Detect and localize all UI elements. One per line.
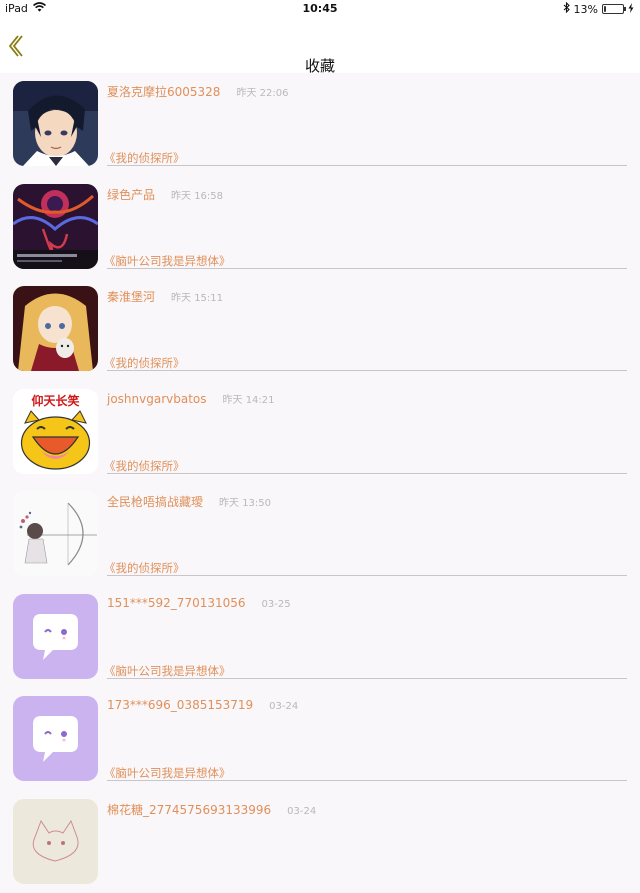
battery-level bbox=[604, 6, 606, 12]
user-name[interactable]: 绿色产品 bbox=[107, 188, 155, 202]
row-header: 全民枪唔搞战藏璦 昨天 13:50 bbox=[107, 493, 271, 510]
row-time: 昨天 14:21 bbox=[223, 395, 275, 406]
battery-icon bbox=[602, 4, 624, 14]
row-header: 151***592_770131056 03-25 bbox=[107, 596, 291, 610]
battery-percent: 13% bbox=[574, 3, 598, 16]
user-name[interactable]: 棉花糖_2774575693133996 bbox=[107, 803, 271, 817]
book-title[interactable]: 《脑叶公司我是异想体》 bbox=[104, 663, 231, 679]
nav-bar: 收藏 bbox=[0, 17, 640, 73]
user-name[interactable]: 夏洛克摩拉6005328 bbox=[107, 85, 220, 99]
favorite-row[interactable]: 仰天长笑 joshnvgarvbatos 昨天 14:21 《我的侦探所》 bbox=[0, 381, 640, 484]
battery-cap bbox=[624, 7, 626, 11]
book-title[interactable]: 《我的侦探所》 bbox=[104, 560, 185, 576]
book-title[interactable]: 《脑叶公司我是异想体》 bbox=[104, 253, 231, 269]
divider bbox=[107, 780, 627, 781]
favorites-list: 夏洛克摩拉6005328 昨天 22:06 《我的侦探所》 绿色产品 昨天 16:5… bbox=[0, 73, 640, 893]
favorite-row[interactable]: 173***696_0385153719 03-24 《脑叶公司我是异想体》 bbox=[0, 688, 640, 791]
status-bar: iPad 10:45 13% bbox=[0, 0, 640, 17]
book-title[interactable]: 《我的侦探所》 bbox=[104, 355, 185, 371]
anime-girl-avatar[interactable] bbox=[13, 286, 98, 371]
charging-icon bbox=[628, 3, 634, 16]
row-time: 昨天 15:11 bbox=[171, 293, 223, 304]
favorite-row[interactable]: 秦淮堡河 昨天 15:11 《我的侦探所》 bbox=[0, 278, 640, 381]
row-time: 03-25 bbox=[262, 599, 291, 610]
favorite-row[interactable]: 夏洛克摩拉6005328 昨天 22:06 《我的侦探所》 bbox=[0, 73, 640, 176]
row-time: 昨天 22:06 bbox=[236, 88, 288, 99]
row-header: 173***696_0385153719 03-24 bbox=[107, 698, 298, 712]
favorite-row[interactable]: 棉花糖_2774575693133996 03-24 bbox=[0, 791, 640, 893]
default-purple-avatar[interactable] bbox=[13, 696, 98, 781]
user-name[interactable]: 全民枪唔搞战藏璦 bbox=[107, 495, 203, 509]
row-time: 昨天 16:58 bbox=[171, 191, 223, 202]
book-title[interactable]: 《我的侦探所》 bbox=[104, 458, 185, 474]
dark-art-avatar[interactable] bbox=[13, 184, 98, 269]
user-name[interactable]: joshnvgarvbatos bbox=[107, 392, 207, 406]
divider bbox=[107, 370, 627, 371]
divider bbox=[107, 165, 627, 166]
divider bbox=[107, 473, 627, 474]
laughing-cat-avatar[interactable]: 仰天长笑 bbox=[13, 389, 98, 474]
row-header: joshnvgarvbatos 昨天 14:21 bbox=[107, 391, 275, 406]
divider bbox=[107, 575, 627, 576]
row-time: 03-24 bbox=[269, 701, 298, 712]
favorite-row[interactable]: 绿色产品 昨天 16:58 《脑叶公司我是异想体》 bbox=[0, 176, 640, 279]
row-time: 昨天 13:50 bbox=[219, 498, 271, 509]
status-time: 10:45 bbox=[0, 2, 640, 15]
divider bbox=[107, 268, 627, 269]
default-purple-avatar[interactable] bbox=[13, 594, 98, 679]
favorite-row[interactable]: 151***592_770131056 03-25 《脑叶公司我是异想体》 bbox=[0, 586, 640, 689]
bluetooth-icon bbox=[563, 2, 570, 16]
user-name[interactable]: 173***696_0385153719 bbox=[107, 698, 253, 712]
row-time: 03-24 bbox=[287, 806, 316, 817]
book-title[interactable]: 《我的侦探所》 bbox=[104, 150, 185, 166]
sketch-cat-avatar[interactable] bbox=[13, 799, 98, 884]
row-header: 绿色产品 昨天 16:58 bbox=[107, 186, 223, 203]
row-header: 夏洛克摩拉6005328 昨天 22:06 bbox=[107, 83, 288, 100]
user-name[interactable]: 秦淮堡河 bbox=[107, 290, 155, 304]
book-title[interactable]: 《脑叶公司我是异想体》 bbox=[104, 765, 231, 781]
avatar-caption: 仰天长笑 bbox=[31, 393, 79, 408]
row-header: 秦淮堡河 昨天 15:11 bbox=[107, 288, 223, 305]
status-right: 13% bbox=[563, 2, 634, 16]
sketch-archer-avatar[interactable] bbox=[13, 491, 98, 576]
divider bbox=[107, 678, 627, 679]
user-name[interactable]: 151***592_770131056 bbox=[107, 596, 246, 610]
row-header: 棉花糖_2774575693133996 03-24 bbox=[107, 801, 316, 818]
favorite-row[interactable]: 全民枪唔搞战藏璦 昨天 13:50 《我的侦探所》 bbox=[0, 483, 640, 586]
anime-man-avatar[interactable] bbox=[13, 81, 98, 166]
